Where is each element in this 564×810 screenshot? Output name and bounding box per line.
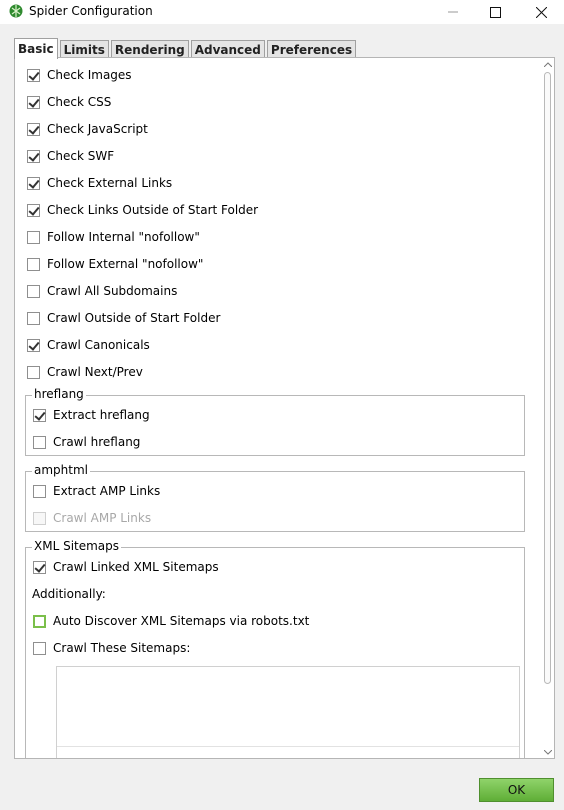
checkbox[interactable] <box>33 484 46 498</box>
option-label: Check SWF <box>47 149 115 163</box>
tab-basic[interactable]: Basic <box>14 38 58 59</box>
option-auto-discover-xml-sitemaps[interactable]: Auto Discover XML Sitemaps via robots.tx… <box>33 612 309 630</box>
option-label: Check External Links <box>47 176 173 190</box>
xml-sitemaps-group: XML Sitemaps Crawl Linked XML Sitemaps A… <box>25 539 525 758</box>
maximize-icon <box>489 6 501 18</box>
option-follow-internal-nofollow[interactable]: Follow Internal "nofollow" <box>27 228 200 246</box>
option-label: Extract AMP Links <box>53 484 161 498</box>
tab-preferences[interactable]: Preferences <box>266 40 357 58</box>
maximize-button[interactable] <box>472 0 518 24</box>
additionally-label: Additionally: <box>32 587 106 601</box>
vertical-scrollbar[interactable] <box>542 58 554 758</box>
tab-label: Limits <box>63 42 105 57</box>
group-title: amphtml <box>32 463 90 477</box>
scroll-down-arrow-icon[interactable] <box>544 748 552 756</box>
option-crawl-linked-xml-sitemaps[interactable]: Crawl Linked XML Sitemaps <box>33 558 219 576</box>
scrollbar-thumb[interactable] <box>544 72 551 684</box>
option-label: Crawl Linked XML Sitemaps <box>53 560 219 574</box>
checkbox[interactable] <box>33 614 46 628</box>
checkbox[interactable] <box>33 435 46 449</box>
group-title: hreflang <box>32 387 86 401</box>
window-title: Spider Configuration <box>29 4 153 18</box>
checkbox[interactable] <box>27 95 40 109</box>
option-crawl-all-subdomains[interactable]: Crawl All Subdomains <box>27 282 177 300</box>
spider-app-icon <box>9 4 23 18</box>
option-label: Follow External "nofollow" <box>47 257 204 271</box>
checkbox[interactable] <box>27 176 40 190</box>
option-check-swf[interactable]: Check SWF <box>27 147 114 165</box>
basic-settings-panel: Check Images Check CSS Check JavaScript … <box>14 57 555 759</box>
option-crawl-hreflang[interactable]: Crawl hreflang <box>33 433 140 451</box>
close-icon <box>535 6 547 18</box>
option-label: Crawl All Subdomains <box>47 284 178 298</box>
option-label: Check CSS <box>47 95 112 109</box>
sitemaps-textarea[interactable] <box>56 666 520 758</box>
divider <box>57 746 519 747</box>
option-extract-hreflang[interactable]: Extract hreflang <box>33 406 150 424</box>
option-crawl-next-prev[interactable]: Crawl Next/Prev <box>27 363 143 381</box>
checkbox[interactable] <box>27 122 40 136</box>
checkbox[interactable] <box>33 560 46 574</box>
scroll-up-arrow-icon[interactable] <box>544 60 552 68</box>
ok-button-label: OK <box>507 783 526 797</box>
checkbox[interactable] <box>27 338 40 352</box>
checkbox[interactable] <box>27 230 40 244</box>
option-label: Crawl AMP Links <box>53 511 152 525</box>
group-title: XML Sitemaps <box>32 539 122 553</box>
checkbox[interactable] <box>27 149 40 163</box>
option-label: Follow Internal "nofollow" <box>47 230 200 244</box>
checkbox[interactable] <box>27 311 40 325</box>
option-follow-external-nofollow[interactable]: Follow External "nofollow" <box>27 255 203 273</box>
option-label: Crawl Canonicals <box>47 338 150 352</box>
tab-label: Rendering <box>114 42 185 57</box>
checkbox[interactable] <box>27 257 40 271</box>
tab-limits[interactable]: Limits <box>59 40 109 58</box>
minimize-icon <box>448 11 458 13</box>
checkbox[interactable] <box>33 641 46 655</box>
option-label: Crawl These Sitemaps: <box>53 641 191 655</box>
tab-rendering[interactable]: Rendering <box>110 40 189 58</box>
tab-bar: Basic Limits Rendering Advanced Preferen… <box>14 38 358 59</box>
option-label: Crawl Next/Prev <box>47 365 143 379</box>
option-extract-amp-links[interactable]: Extract AMP Links <box>33 482 160 500</box>
option-label: Auto Discover XML Sitemaps via robots.tx… <box>53 614 310 628</box>
option-crawl-canonicals[interactable]: Crawl Canonicals <box>27 336 150 354</box>
title-bar: Spider Configuration <box>0 0 564 24</box>
checkbox[interactable] <box>27 203 40 217</box>
ok-button[interactable]: OK <box>479 778 554 802</box>
hreflang-group: hreflang Extract hreflang Crawl hreflang <box>25 387 525 456</box>
close-button[interactable] <box>518 0 564 24</box>
option-label: Extract hreflang <box>53 408 150 422</box>
tab-label: Preferences <box>270 42 353 57</box>
option-crawl-these-sitemaps[interactable]: Crawl These Sitemaps: <box>33 639 190 657</box>
amphtml-group: amphtml Extract AMP Links Crawl AMP Link… <box>25 463 525 532</box>
option-check-css[interactable]: Check CSS <box>27 93 111 111</box>
option-label: Check Images <box>47 68 132 82</box>
option-crawl-amp-links: Crawl AMP Links <box>33 509 151 527</box>
option-check-images[interactable]: Check Images <box>27 66 132 84</box>
checkbox[interactable] <box>27 284 40 298</box>
tab-advanced[interactable]: Advanced <box>190 40 265 58</box>
option-label: Crawl hreflang <box>53 435 141 449</box>
option-label: Crawl Outside of Start Folder <box>47 311 221 325</box>
checkbox[interactable] <box>27 365 40 379</box>
panel-content: Check Images Check CSS Check JavaScript … <box>15 58 541 758</box>
option-label: Check Links Outside of Start Folder <box>47 203 259 217</box>
tab-label: Advanced <box>194 42 261 57</box>
checkbox[interactable] <box>27 68 40 82</box>
option-label: Check JavaScript <box>47 122 148 136</box>
tab-label: Basic <box>18 42 54 56</box>
minimize-button[interactable] <box>430 0 476 24</box>
option-crawl-outside-start-folder[interactable]: Crawl Outside of Start Folder <box>27 309 220 327</box>
option-check-links-outside-start-folder[interactable]: Check Links Outside of Start Folder <box>27 201 258 219</box>
option-check-external-links[interactable]: Check External Links <box>27 174 172 192</box>
checkbox[interactable] <box>33 408 46 422</box>
checkbox <box>33 511 46 525</box>
option-check-javascript[interactable]: Check JavaScript <box>27 120 148 138</box>
